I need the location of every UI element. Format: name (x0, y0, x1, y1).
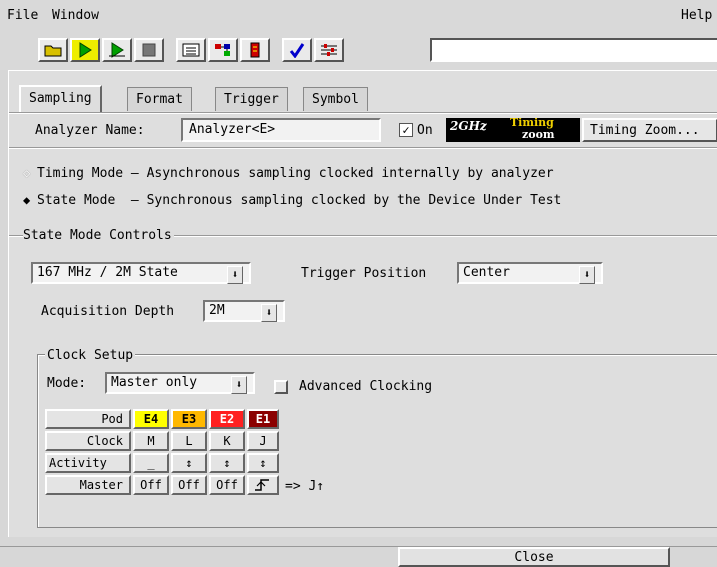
toolbar (0, 30, 717, 70)
rising-edge-icon (255, 479, 269, 491)
chevron-down-icon: ⬇ (231, 376, 247, 394)
overview-icon (215, 44, 230, 56)
trigger-position-label: Trigger Position (301, 266, 427, 281)
activity-header: Activity (45, 453, 131, 473)
tab-sampling[interactable]: Sampling (19, 85, 102, 113)
activity-cell[interactable]: _ (133, 453, 169, 473)
acq-depth-label: Acquisition Depth (41, 304, 175, 319)
master-result: => J↑ (285, 479, 325, 494)
run-repetitive-button[interactable] (102, 38, 132, 62)
config-icon (250, 42, 260, 58)
acq-depth-value: 2M (209, 303, 225, 318)
open-file-button[interactable] (38, 38, 68, 62)
close-button[interactable]: Close (398, 547, 670, 567)
timing-mode-label: Timing Mode – Asynchronous sampling cloc… (37, 166, 554, 181)
master-cell[interactable]: Off (171, 475, 207, 495)
pod-header: Pod (45, 409, 131, 429)
on-checkbox[interactable]: ✓ (399, 123, 413, 137)
badge-zoom: zoom (522, 128, 555, 141)
chevron-down-icon: ⬇ (579, 266, 595, 284)
analyzer-panel: Sampling Format Trigger Symbol Analyzer … (8, 70, 717, 537)
check-button[interactable] (282, 38, 312, 62)
pod-cell: E2 (209, 409, 245, 429)
clock-setup-title: Clock Setup (45, 348, 136, 363)
clock-mode-select[interactable]: Master only ⬇ (105, 372, 255, 394)
timing-zoom-badge: 2GHz Timing zoom (446, 118, 580, 142)
activity-cell[interactable]: ↕ (171, 453, 207, 473)
advanced-clocking-label: Advanced Clocking (299, 379, 433, 394)
clock-header: Clock (45, 431, 131, 451)
clock-cell: L (171, 431, 207, 451)
tab-format[interactable]: Format (127, 87, 192, 111)
chevron-down-icon: ⬇ (227, 266, 243, 284)
master-header: Master (45, 475, 131, 495)
setup-button[interactable] (314, 38, 344, 62)
activity-cell[interactable]: ↕ (209, 453, 245, 473)
tab-symbol[interactable]: Symbol (303, 87, 368, 111)
timing-mode-radio[interactable]: ◇ (23, 166, 30, 180)
listing-icon (182, 43, 200, 57)
config-button[interactable] (240, 38, 270, 62)
trigger-position-select[interactable]: Center ⬇ (457, 262, 603, 284)
rate-value: 167 MHz / 2M State (37, 265, 178, 280)
pod-cell: E3 (171, 409, 207, 429)
state-mode-radio[interactable]: ◆ (23, 193, 30, 207)
bottom-bar: Close (0, 546, 717, 567)
trigger-position-value: Center (463, 265, 510, 280)
analyzer-name-label: Analyzer Name: (35, 123, 145, 138)
menu-file[interactable]: File (7, 8, 38, 23)
chevron-down-icon: ⬇ (261, 304, 277, 322)
advanced-clocking-checkbox[interactable] (274, 380, 288, 394)
menu-help[interactable]: Help (681, 8, 712, 23)
stop-button[interactable] (134, 38, 164, 62)
check-icon (289, 43, 305, 58)
open-file-icon (44, 45, 62, 57)
clock-cell: J (247, 431, 279, 451)
state-mode-label: State Mode – Synchronous sampling clocke… (37, 193, 562, 208)
clock-mode-value: Master only (111, 375, 198, 390)
pod-cell: E1 (247, 409, 279, 429)
menu-bar: File Window Help (0, 0, 717, 31)
stop-icon (142, 43, 156, 57)
toolbar-input[interactable] (430, 38, 717, 62)
rate-select[interactable]: 167 MHz / 2M State ⬇ (31, 262, 251, 284)
name-divider (9, 147, 717, 149)
on-label: On (417, 123, 433, 138)
setup-icon (321, 44, 337, 56)
run-single-icon (79, 42, 92, 58)
acq-depth-select[interactable]: 2M ⬇ (203, 300, 285, 322)
clock-cell: K (209, 431, 245, 451)
tab-divider (9, 112, 717, 114)
listing-button[interactable] (176, 38, 206, 62)
master-cell[interactable]: Off (133, 475, 169, 495)
badge-2ghz: 2GHz (450, 119, 487, 133)
run-single-button[interactable] (70, 38, 100, 62)
overview-button[interactable] (208, 38, 238, 62)
rising-edge-button[interactable] (247, 475, 279, 495)
tab-trigger[interactable]: Trigger (215, 87, 288, 111)
master-cell[interactable]: Off (209, 475, 245, 495)
run-repetitive-icon (109, 42, 125, 58)
menu-window[interactable]: Window (52, 8, 99, 23)
pod-cell: E4 (133, 409, 169, 429)
state-controls-title: State Mode Controls (23, 228, 174, 243)
analyzer-name-input[interactable]: Analyzer<E> (181, 118, 381, 142)
clock-cell: M (133, 431, 169, 451)
activity-cell[interactable]: ↕ (247, 453, 279, 473)
clock-mode-label: Mode: (47, 376, 87, 391)
timing-zoom-button[interactable]: Timing Zoom... (582, 118, 717, 142)
